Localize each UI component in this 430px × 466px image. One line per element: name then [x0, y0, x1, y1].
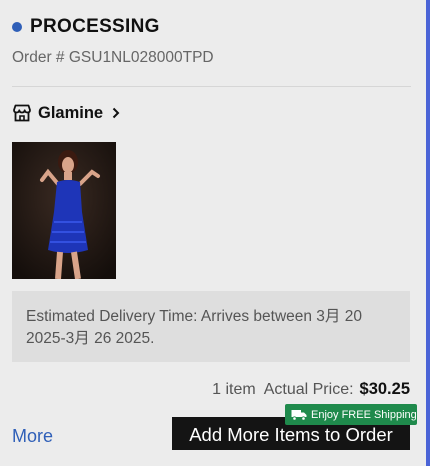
- status-dot-icon: [12, 22, 22, 32]
- item-count: 1 item: [212, 381, 256, 398]
- more-button[interactable]: More: [12, 426, 53, 447]
- actual-price-label: Actual Price:: [263, 381, 354, 398]
- order-summary: 1 item Actual Price: $30.25: [212, 380, 410, 399]
- store-link[interactable]: Glamine: [12, 103, 123, 123]
- scroll-edge-bar: [426, 0, 430, 466]
- delivery-line-2: 2025-3月 26 2025.: [26, 330, 155, 347]
- order-number: Order # GSU1NL028000TPD: [12, 49, 214, 66]
- estimated-delivery: Estimated Delivery Time: Arrives between…: [12, 291, 410, 362]
- chevron-right-icon: [112, 107, 120, 119]
- truck-icon: [291, 409, 307, 421]
- store-icon: [13, 104, 31, 122]
- divider: [12, 86, 411, 87]
- delivery-line-1: Estimated Delivery Time: Arrives between…: [26, 308, 362, 325]
- product-image[interactable]: [12, 142, 116, 279]
- store-name: Glamine: [38, 103, 104, 122]
- free-shipping-badge: Enjoy FREE Shipping: [285, 404, 417, 425]
- status-label: PROCESSING: [30, 16, 160, 37]
- free-shipping-label: Enjoy FREE Shipping: [311, 408, 417, 421]
- actual-price-value: $30.25: [359, 380, 410, 398]
- order-status: PROCESSING: [12, 16, 160, 38]
